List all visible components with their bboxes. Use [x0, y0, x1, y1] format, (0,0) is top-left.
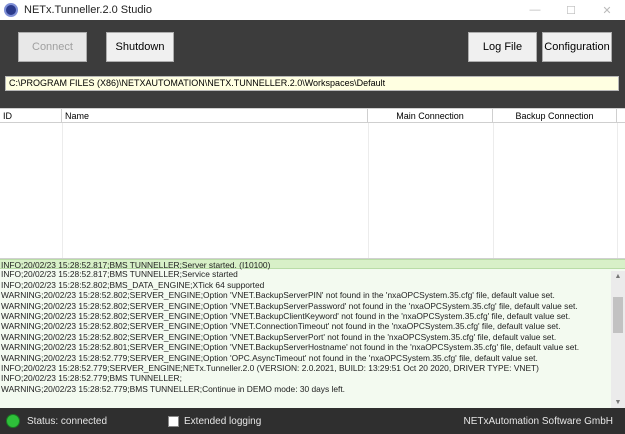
- window-title: NETx.Tunneller.2.0 Studio: [24, 4, 152, 16]
- title-bar: NETx.Tunneller.2.0 Studio — ☐ ✕: [0, 0, 625, 20]
- log-line[interactable]: WARNING;20/02/23 15:28:52.802;SERVER_ENG…: [0, 301, 625, 311]
- column-divider: [62, 123, 63, 259]
- log-file-button[interactable]: Log File: [468, 32, 537, 62]
- status-bar: Status: connected Extended logging NETxA…: [0, 408, 625, 434]
- log-line[interactable]: WARNING;20/02/23 15:28:52.779;SERVER_ENG…: [0, 353, 625, 363]
- extended-logging-label[interactable]: Extended logging: [184, 416, 261, 427]
- log-line[interactable]: INFO;20/02/23 15:28:52.817;BMS TUNNELLER…: [0, 259, 625, 270]
- column-header-id[interactable]: ID: [0, 109, 62, 123]
- log-line[interactable]: WARNING;20/02/23 15:28:52.802;SERVER_ENG…: [0, 321, 625, 331]
- toolbar: Connect Shutdown Log File Configuration …: [0, 20, 625, 108]
- log-line[interactable]: INFO;20/02/23 15:28:52.817;BMS TUNNELLER…: [0, 269, 625, 279]
- log-line[interactable]: WARNING;20/02/23 15:28:52.802;SERVER_ENG…: [0, 290, 625, 300]
- column-divider: [617, 123, 618, 259]
- scroll-down-icon[interactable]: ▼: [611, 397, 625, 408]
- connections-table[interactable]: ID Name Main Connection Backup Connectio…: [0, 108, 625, 259]
- window-controls: — ☐ ✕: [517, 0, 625, 20]
- shutdown-button[interactable]: Shutdown: [106, 32, 174, 62]
- minimize-icon[interactable]: —: [517, 0, 553, 20]
- company-name: NETxAutomation Software GmbH: [463, 416, 614, 427]
- log-line[interactable]: WARNING;20/02/23 15:28:52.779;BMS TUNNEL…: [0, 384, 625, 394]
- extended-logging-checkbox[interactable]: [168, 416, 179, 427]
- table-header-row: ID Name Main Connection Backup Connectio…: [0, 109, 625, 123]
- close-icon[interactable]: ✕: [589, 0, 625, 20]
- log-panel[interactable]: INFO;20/02/23 15:28:52.817;BMS TUNNELLER…: [0, 258, 625, 408]
- column-header-backup-connection[interactable]: Backup Connection: [493, 109, 617, 123]
- app-icon: [4, 3, 18, 17]
- status-led-icon: [6, 414, 20, 428]
- column-divider: [493, 123, 494, 259]
- log-line[interactable]: INFO;20/02/23 15:28:52.779;SERVER_ENGINE…: [0, 363, 625, 373]
- log-scrollbar[interactable]: ▲ ▼: [611, 271, 625, 408]
- log-line[interactable]: WARNING;20/02/23 15:28:52.802;SERVER_ENG…: [0, 332, 625, 342]
- log-line[interactable]: INFO;20/02/23 15:28:52.802;BMS_DATA_ENGI…: [0, 280, 625, 290]
- column-header-name[interactable]: Name: [62, 109, 368, 123]
- log-line[interactable]: INFO;20/02/23 15:28:52.779;BMS TUNNELLER…: [0, 373, 625, 383]
- column-divider: [368, 123, 369, 259]
- status-text: Status: connected: [27, 416, 108, 427]
- log-line[interactable]: WARNING;20/02/23 15:28:52.801;SERVER_ENG…: [0, 342, 625, 352]
- scroll-up-icon[interactable]: ▲: [611, 271, 625, 283]
- maximize-icon[interactable]: ☐: [553, 0, 589, 20]
- log-line[interactable]: WARNING;20/02/23 15:28:52.802;SERVER_ENG…: [0, 311, 625, 321]
- scroll-thumb[interactable]: [613, 297, 623, 333]
- column-header-main-connection[interactable]: Main Connection: [368, 109, 493, 123]
- connect-button[interactable]: Connect: [18, 32, 87, 62]
- configuration-button[interactable]: Configuration: [542, 32, 612, 62]
- workspace-path-field[interactable]: C:\PROGRAM FILES (X86)\NETXAUTOMATION\NE…: [5, 76, 619, 91]
